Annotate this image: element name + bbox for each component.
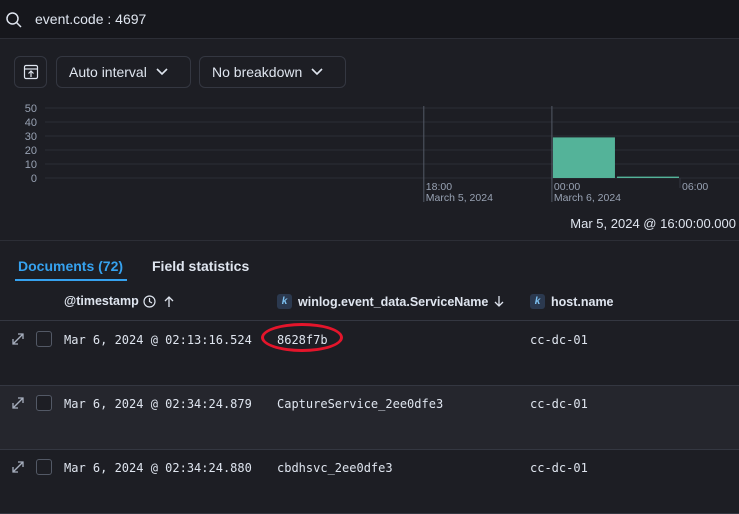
keyword-type-icon: k [530,294,545,309]
histogram-bar[interactable] [552,137,615,178]
tab-field-statistics[interactable]: Field statistics [152,258,249,274]
expand-icon[interactable] [11,396,25,410]
y-tick-label: 0 [31,173,37,185]
view-tabs: Documents (72) Field statistics [0,256,739,282]
y-tick-label: 20 [25,145,37,157]
column-header-label: winlog.event_data.ServiceName [298,294,489,309]
y-tick-label: 30 [25,131,37,143]
column-header-label: host.name [551,294,614,309]
column-header-host-name[interactable]: k host.name [530,294,614,309]
histogram-toolbar: Auto interval No breakdown [0,47,739,97]
row-checkbox[interactable] [36,395,52,411]
expand-icon[interactable] [11,332,25,346]
row-checkbox[interactable] [36,459,52,475]
x-tick-label: 06:00 [682,181,708,193]
table-toggle-icon [23,64,38,80]
y-tick-label: 10 [25,159,37,171]
column-header-timestamp[interactable]: @timestamp [64,294,175,308]
x-date-label: March 6, 2024 [554,192,621,204]
cell-timestamp: Mar 6, 2024 @ 02:34:24.880 [64,461,252,475]
interval-select[interactable]: Auto interval [56,56,191,88]
table-row[interactable]: Mar 6, 2024 @ 02:34:24.879 CaptureServic… [0,386,739,450]
cell-timestamp: Mar 6, 2024 @ 02:34:24.879 [64,397,252,411]
breakdown-label: No breakdown [212,64,303,80]
table-row[interactable]: Mar 6, 2024 @ 02:13:16.524 8628f7b cc-dc… [0,322,739,386]
time-range-label: Mar 5, 2024 @ 16:00:00.000 [570,216,736,231]
arrow-down-icon[interactable] [493,295,505,308]
y-tick-label: 50 [25,103,37,115]
keyword-type-icon: k [277,294,292,309]
arrow-up-icon[interactable] [163,295,175,308]
chevron-down-icon [156,68,168,76]
column-header-label: @timestamp [64,294,139,308]
breakdown-select[interactable]: No breakdown [199,56,346,88]
histogram-bar[interactable] [616,176,679,178]
x-date-label: March 5, 2024 [426,192,493,204]
cell-service-name: cbdhsvc_2ee0dfe3 [277,461,393,475]
row-checkbox[interactable] [36,331,52,347]
chevron-down-icon [311,68,323,76]
search-bar[interactable]: event.code : 4697 [0,0,739,39]
table-header: @timestamp k winlog.event_data.ServiceNa… [0,285,739,321]
expand-icon[interactable] [11,460,25,474]
cell-host-name: cc-dc-01 [530,333,588,347]
interval-label: Auto interval [69,64,147,80]
y-tick-label: 40 [25,117,37,129]
clock-icon [143,294,156,308]
cell-service-name: CaptureService_2ee0dfe3 [277,397,444,411]
column-header-service-name[interactable]: k winlog.event_data.ServiceName [277,294,505,309]
cell-host-name: cc-dc-01 [530,461,588,475]
cell-host-name: cc-dc-01 [530,397,588,411]
table-toggle-button[interactable] [14,56,47,88]
annotation-circle [261,323,343,352]
table-row[interactable]: Mar 6, 2024 @ 02:34:24.880 cbdhsvc_2ee0d… [0,450,739,514]
divider [0,240,739,241]
search-icon [6,12,22,28]
tab-documents[interactable]: Documents (72) [14,258,128,281]
histogram-svg: 5040302010018:00March 5, 202400:00March … [25,103,739,204]
cell-timestamp: Mar 6, 2024 @ 02:13:16.524 [64,333,252,347]
search-query[interactable]: event.code : 4697 [35,11,146,27]
